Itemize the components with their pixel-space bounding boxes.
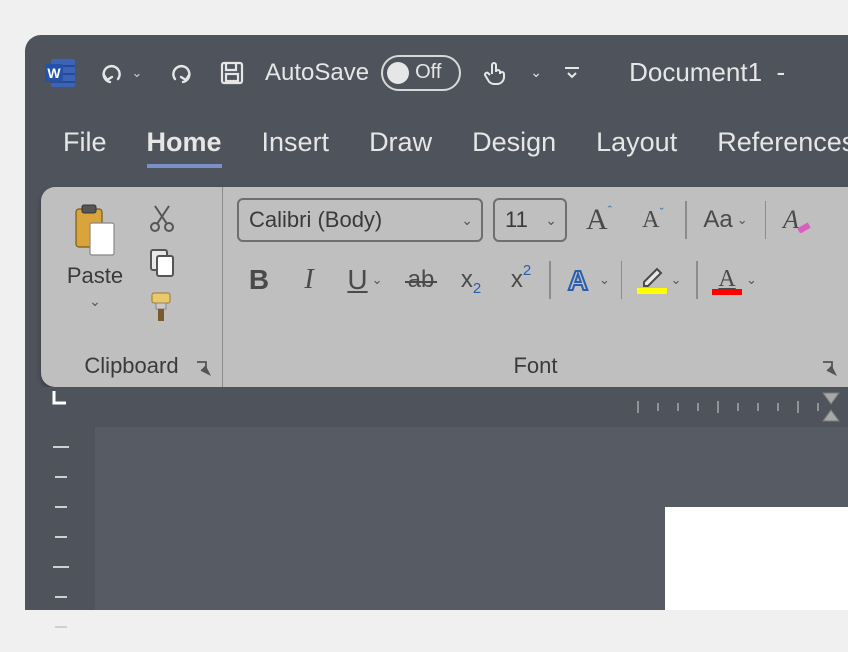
cut-button[interactable]: [145, 201, 179, 235]
font-size-value: 11: [505, 207, 528, 233]
autosave-label: AutoSave: [265, 59, 369, 87]
font-launcher[interactable]: [820, 359, 840, 379]
svg-text:A: A: [568, 265, 588, 296]
document-title: Document1 -: [629, 57, 785, 88]
font-color-swatch: [712, 289, 742, 295]
group-clipboard: Paste ⌄: [41, 187, 223, 387]
separator: [765, 201, 767, 239]
tab-insert[interactable]: Insert: [262, 127, 330, 168]
superscript-button[interactable]: x2: [499, 257, 543, 303]
subscript-button[interactable]: x2: [449, 257, 493, 303]
tab-layout[interactable]: Layout: [596, 127, 677, 168]
chevron-down-icon: ⌄: [545, 212, 557, 229]
title-bar: W ⌄ AutoSave: [25, 35, 848, 110]
tab-references[interactable]: References: [717, 127, 848, 168]
chevron-down-icon: ⌄: [89, 293, 101, 310]
autosave-control: AutoSave Off: [265, 55, 461, 91]
font-size-combo[interactable]: 11 ⌄: [493, 198, 567, 242]
autosave-state: Off: [415, 61, 441, 84]
toggle-knob-icon: [387, 62, 409, 84]
redo-button[interactable]: [161, 53, 199, 93]
tab-home[interactable]: Home: [147, 127, 222, 168]
autosave-toggle[interactable]: Off: [381, 55, 461, 91]
format-painter-button[interactable]: [145, 289, 179, 323]
touch-mode-button[interactable]: [475, 53, 513, 93]
separator: [621, 261, 623, 299]
font-color-button[interactable]: A ⌄: [704, 257, 766, 303]
copy-button[interactable]: [145, 245, 179, 279]
clear-formatting-button[interactable]: A: [776, 197, 820, 243]
app-window: W ⌄ AutoSave: [25, 35, 848, 610]
tab-stop-icon: [50, 387, 70, 407]
ribbon: Paste ⌄: [41, 187, 848, 387]
group-font: Calibri (Body) ⌄ 11 ⌄ A ˆ A ˇ: [223, 187, 848, 387]
tab-design[interactable]: Design: [472, 127, 556, 168]
font-name-combo[interactable]: Calibri (Body) ⌄: [237, 198, 483, 242]
group-font-label: Font: [223, 353, 848, 379]
word-app-icon: W: [43, 55, 79, 91]
undo-button[interactable]: ⌄: [93, 53, 147, 93]
ruler-corner: [25, 387, 95, 427]
bold-button[interactable]: B: [237, 257, 281, 303]
chevron-down-icon: ⌄: [461, 212, 473, 229]
paste-icon: [70, 203, 120, 259]
paste-label: Paste: [67, 263, 123, 289]
svg-text:W: W: [47, 65, 61, 81]
strikethrough-button[interactable]: ab: [399, 257, 443, 303]
shrink-font-button[interactable]: A ˇ: [631, 197, 675, 243]
separator: [696, 261, 698, 299]
separator: [549, 261, 551, 299]
document-area[interactable]: [95, 427, 848, 610]
paste-button[interactable]: Paste ⌄: [55, 197, 135, 337]
font-name-value: Calibri (Body): [249, 207, 382, 233]
tab-draw[interactable]: Draw: [369, 127, 432, 168]
highlight-color-swatch: [637, 288, 667, 294]
horizontal-ruler[interactable]: [95, 387, 848, 427]
tab-file[interactable]: File: [63, 127, 107, 168]
vertical-ruler[interactable]: [25, 427, 95, 610]
clipboard-launcher[interactable]: [194, 359, 214, 379]
grow-font-button[interactable]: A ˆ: [577, 197, 621, 243]
save-button[interactable]: [213, 53, 251, 93]
ribbon-tabs: File Home Insert Draw Design Layout Refe…: [25, 110, 848, 168]
highlight-color-button[interactable]: ⌄: [628, 257, 690, 303]
customize-qat-button[interactable]: [559, 53, 585, 93]
touch-mode-dropdown[interactable]: ⌄: [527, 53, 545, 93]
page[interactable]: [665, 507, 848, 610]
change-case-button[interactable]: Aa⌄: [697, 197, 755, 243]
text-effects-button[interactable]: A ⌄: [557, 257, 615, 303]
underline-button[interactable]: U⌄: [337, 257, 393, 303]
separator: [685, 201, 687, 239]
indent-marker[interactable]: [818, 387, 844, 427]
italic-button[interactable]: I: [287, 257, 331, 303]
